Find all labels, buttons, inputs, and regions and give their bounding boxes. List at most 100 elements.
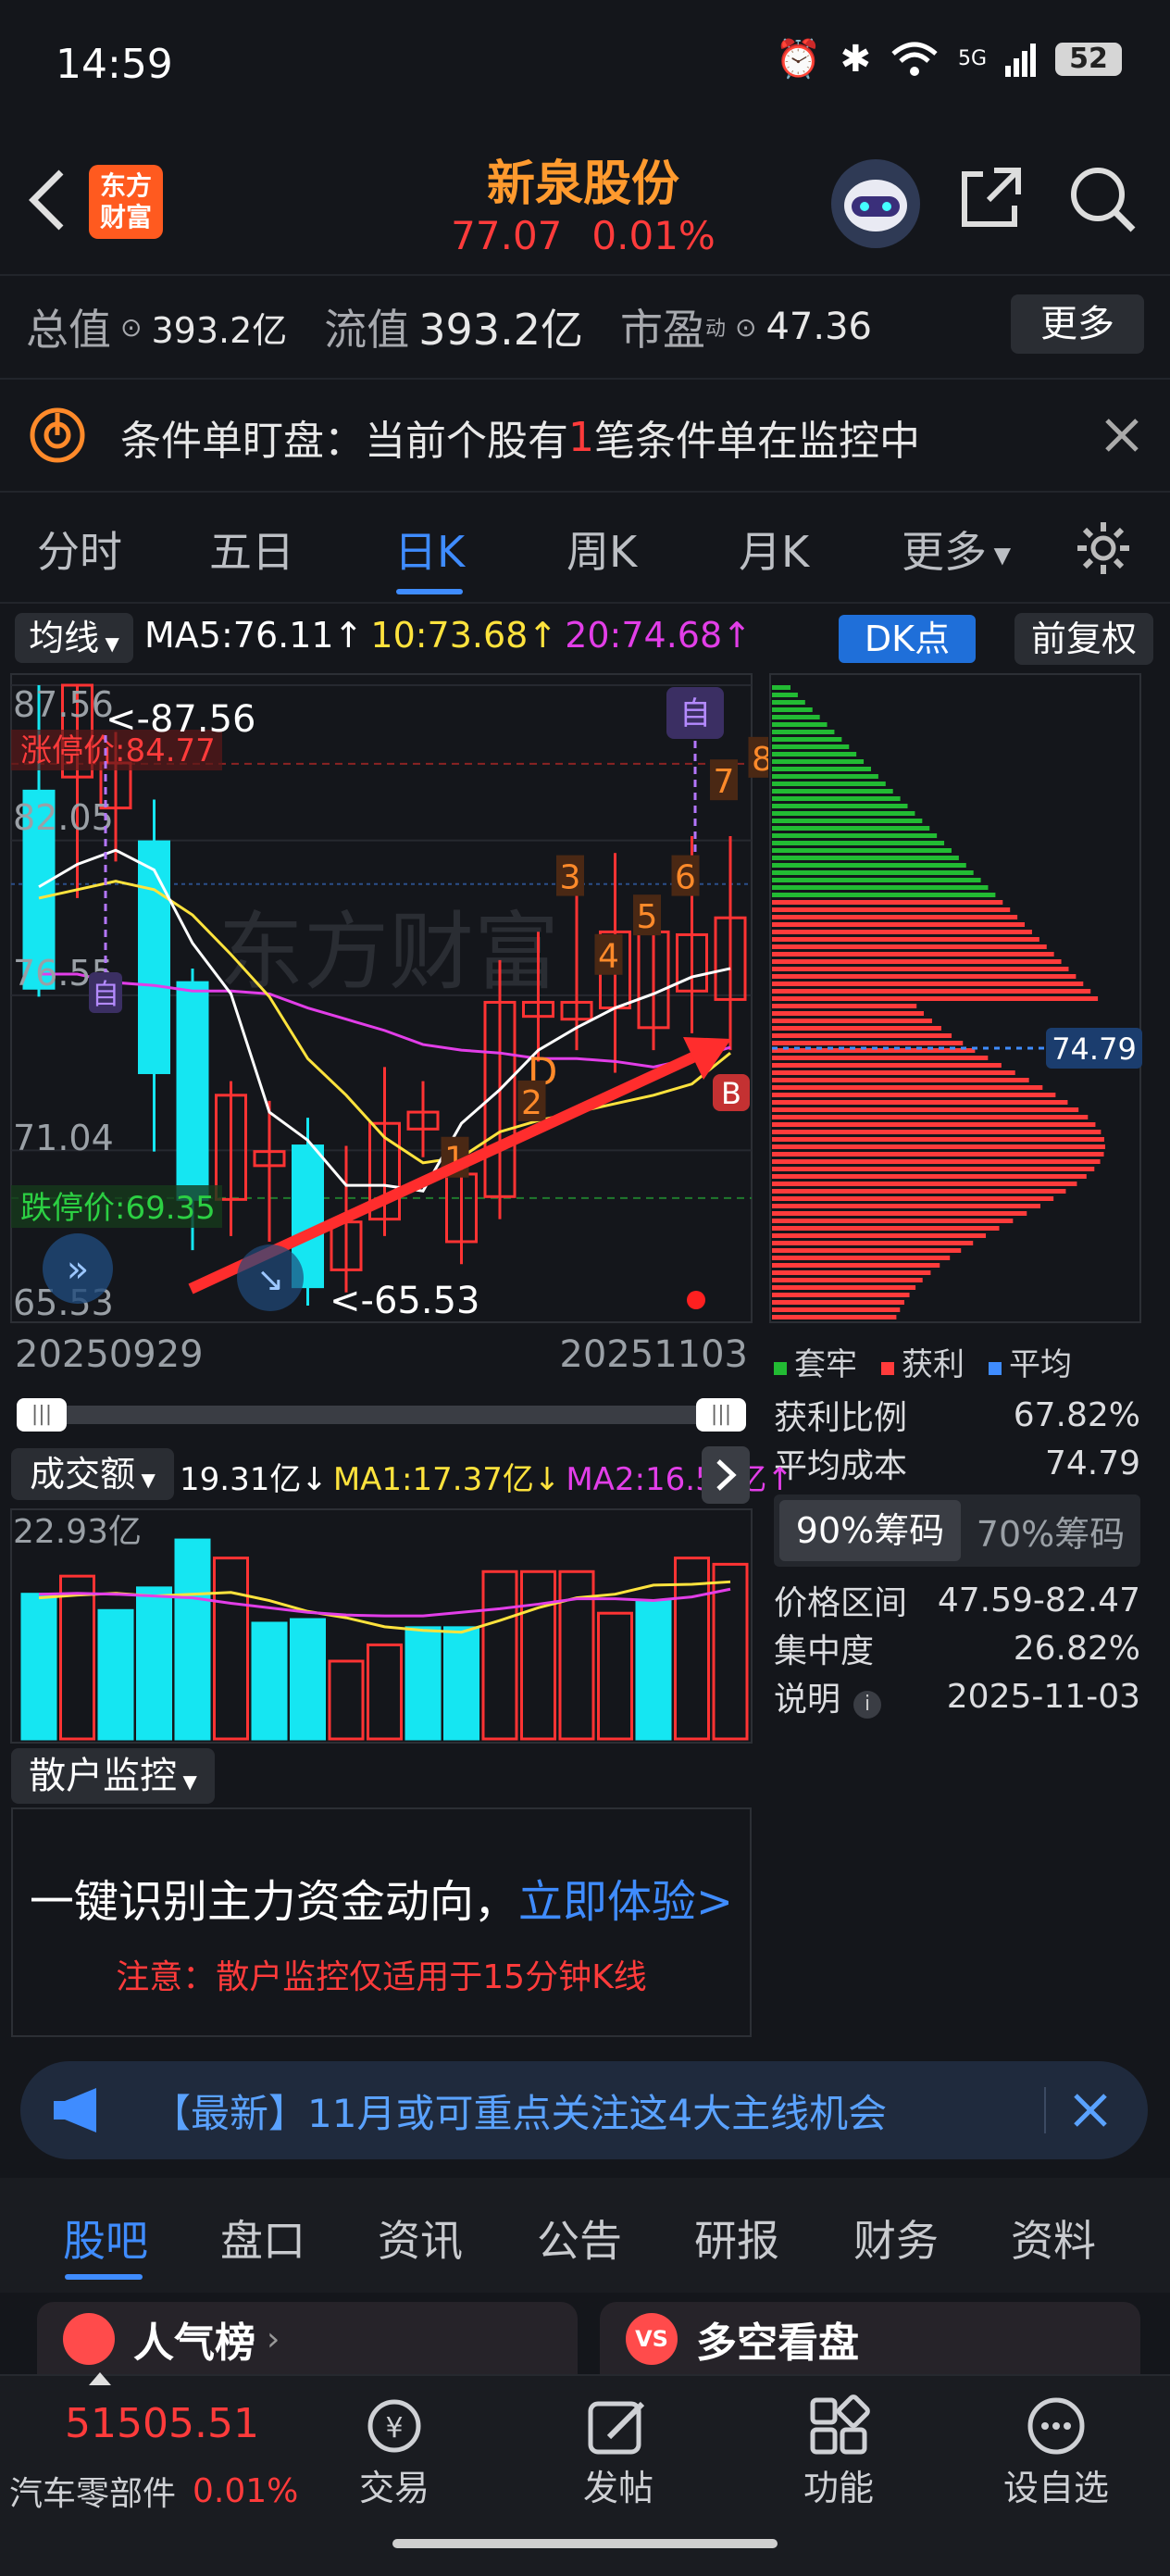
vs-icon: VS xyxy=(626,2313,678,2365)
note-row[interactable]: 说明 i 2025-11-03 xyxy=(774,1672,1140,1720)
tab-forum[interactable]: 股吧 xyxy=(63,2207,148,2269)
tab-monthly-k[interactable]: 月K xyxy=(739,519,809,580)
chip-bar xyxy=(772,707,813,712)
alert-text[interactable]: 条件单盯盘：当前个股有 1 笔条件单在监控中 xyxy=(120,407,920,467)
index-change: 0.01% xyxy=(193,2471,299,2510)
section-tabs: 股吧 盘口 资讯 公告 研报 财务 资料 xyxy=(0,2178,1170,2293)
chip-bar xyxy=(772,1137,1104,1142)
try-now-link[interactable]: 立即体验> xyxy=(518,1865,733,1930)
total-value-label: 总值 xyxy=(26,305,111,355)
retail-note: 注意：散户监控仅适用于15分钟K线 xyxy=(116,1958,647,1996)
close-icon[interactable] xyxy=(1070,2090,1111,2131)
tab-announcements[interactable]: 公告 xyxy=(537,2207,622,2269)
chip-distribution-chart[interactable]: 74.79 xyxy=(768,667,1170,1333)
stock-change: 0.01% xyxy=(591,213,716,258)
chip-bar xyxy=(772,1219,1014,1223)
tab-daily-k[interactable]: 日K xyxy=(394,519,465,580)
tab-research[interactable]: 研报 xyxy=(694,2207,779,2269)
candle-body xyxy=(138,840,170,1074)
chip-bar xyxy=(772,1263,940,1268)
profit-ratio-label: 获利比例 xyxy=(774,1399,908,1437)
chip-bar xyxy=(772,1159,1101,1164)
nav-trade[interactable]: ¥ 交易 xyxy=(357,2395,431,2510)
range-slider-track[interactable] xyxy=(19,1406,741,1424)
volume-bar xyxy=(251,1621,288,1741)
tab-intraday[interactable]: 分时 xyxy=(37,519,122,580)
chip-bar xyxy=(772,974,1077,979)
price-adjust-button[interactable]: 前复权 xyxy=(1014,613,1153,665)
tab-profile[interactable]: 资料 xyxy=(1011,2207,1096,2269)
chip-bar xyxy=(772,1293,910,1297)
settings-gear-icon[interactable] xyxy=(1074,519,1133,578)
chip-bar xyxy=(772,685,790,690)
tab-chip-70[interactable]: 70%筹码 xyxy=(961,1506,1140,1557)
chip-bar xyxy=(772,893,996,897)
chevron-right-icon xyxy=(716,1459,737,1491)
volume-bar xyxy=(213,1557,249,1741)
range-slider-left-handle[interactable]: ||| xyxy=(17,1398,67,1432)
tab-weekly-k[interactable]: 周K xyxy=(566,519,637,580)
note-date: 2025-11-03 xyxy=(946,1677,1140,1716)
long-short-card-title: 多空看盘 xyxy=(696,2320,859,2367)
nav-post-label: 发帖 xyxy=(582,2468,653,2508)
sequence-marker: 6 xyxy=(675,859,696,897)
range-slider-right-handle[interactable]: ||| xyxy=(696,1398,746,1432)
volume-selector[interactable]: 成交额 ▼ xyxy=(11,1448,174,1500)
caret-down-icon: ▼ xyxy=(987,542,1012,569)
tab-finance[interactable]: 财务 xyxy=(853,2207,939,2269)
more-stats-button[interactable]: 更多 xyxy=(1011,294,1144,354)
bottom-bar: 51505.51 汽车零部件 0.01% ¥ 交易 发帖 功能 设自选 xyxy=(0,2372,1170,2576)
tab-five-day[interactable]: 五日 xyxy=(209,519,294,580)
avg-cost-row: 平均成本 74.79 xyxy=(774,1439,1140,1487)
tab-order-book[interactable]: 盘口 xyxy=(220,2207,305,2269)
alert-icon xyxy=(28,406,87,469)
alert-close-button[interactable] xyxy=(1102,415,1142,459)
float-value-label: 流值 xyxy=(324,305,410,355)
logo-text-bottom: 财富 xyxy=(99,202,152,232)
news-banner[interactable]: 【最新】11月或可重点关注这4大主线机会 xyxy=(20,2061,1148,2159)
chip-bar xyxy=(772,774,878,779)
chip-bar xyxy=(772,1004,917,1008)
total-value: 393.2亿 xyxy=(151,309,288,351)
chip-bar xyxy=(772,1026,941,1031)
volume-chart[interactable]: 22.93亿 xyxy=(0,1506,768,1746)
retail-monitor-selector[interactable]: 散户监控 ▼ xyxy=(11,1748,215,1804)
legend-trapped-label: 套牢 xyxy=(794,1346,857,1383)
volume-next-button[interactable] xyxy=(702,1446,750,1504)
index-info[interactable]: 汽车零部件 0.01% xyxy=(9,2467,298,2515)
popularity-card[interactable]: 人气榜 › xyxy=(37,2302,578,2376)
legend-swatch xyxy=(989,1362,1002,1375)
search-button[interactable] xyxy=(1066,163,1139,239)
nav-watchlist[interactable]: 设自选 xyxy=(1003,2395,1109,2510)
volume-bar xyxy=(136,1586,172,1741)
chip-bar xyxy=(772,1226,1000,1231)
chip-bar xyxy=(772,1256,951,1260)
ma-selector[interactable]: 均线 ▼ xyxy=(15,613,133,663)
nav-functions[interactable]: 功能 xyxy=(802,2395,876,2510)
volume-bar xyxy=(174,1538,211,1741)
stock-price: 77.07 xyxy=(451,213,563,258)
caret-down-icon: ▼ xyxy=(135,1469,156,1491)
nav-post[interactable]: 发帖 xyxy=(581,2395,655,2510)
ma-label: 均线 xyxy=(29,618,100,658)
limit-down-label: 跌停价:69.35 xyxy=(20,1190,216,1227)
back-button[interactable] xyxy=(26,167,68,237)
volume-value: 19.31亿↓ xyxy=(180,1461,328,1498)
long-short-card[interactable]: VS 多空看盘 xyxy=(600,2302,1140,2376)
robot-assistant-button[interactable] xyxy=(831,159,920,248)
kline-chart[interactable]: 东方财富 涨停价:84.77 跌停价:69.35 87.56 82.05 76.… xyxy=(0,667,768,1389)
tab-news[interactable]: 资讯 xyxy=(378,2207,463,2269)
volume-bar xyxy=(405,1626,442,1741)
section-active-underline xyxy=(65,2274,143,2280)
share-button[interactable] xyxy=(957,165,1024,235)
tab-chip-90[interactable]: 90%筹码 xyxy=(779,1500,961,1561)
candle-body xyxy=(176,981,209,1201)
dk-point-button[interactable]: DK点 xyxy=(839,615,976,663)
double-chevron-icon: » xyxy=(67,1248,89,1291)
chip-bar xyxy=(772,841,945,845)
sequence-marker: 7 xyxy=(714,763,735,801)
price-axis-4: 71.04 xyxy=(13,1118,114,1158)
home-indicator xyxy=(392,2539,778,2548)
tab-more[interactable]: 更多 ▼ xyxy=(902,519,1011,580)
date-start: 20250929 xyxy=(15,1333,204,1376)
